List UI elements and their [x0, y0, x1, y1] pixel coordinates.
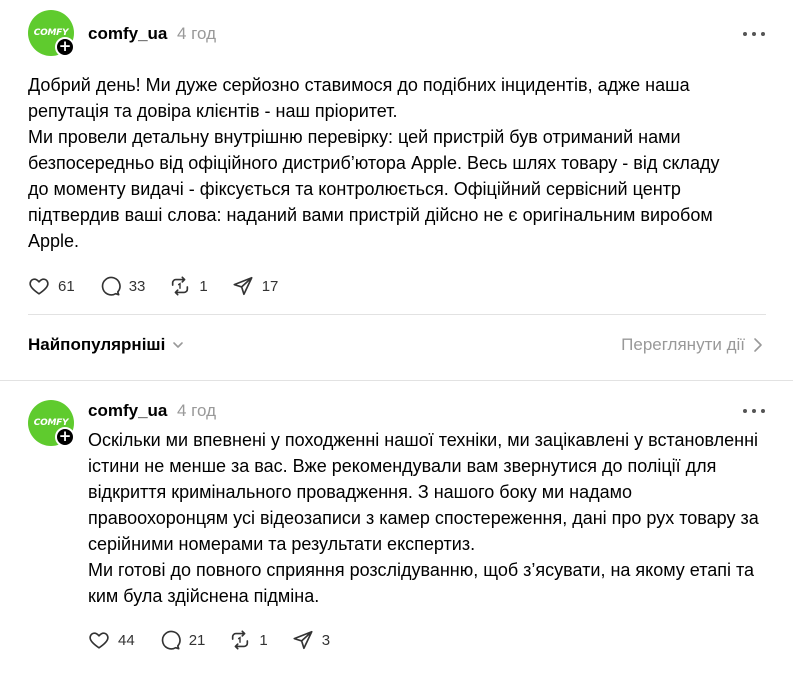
- action-bar: 61 33 1 17: [28, 275, 302, 297]
- share-button[interactable]: 17: [232, 275, 279, 297]
- share-count: 17: [261, 277, 279, 295]
- more-icon[interactable]: [743, 406, 765, 416]
- sort-label: Найпопулярніші: [28, 335, 166, 354]
- heart-icon: [29, 278, 49, 295]
- comment-icon: [161, 630, 181, 650]
- repost-icon: [232, 630, 249, 650]
- divider: [28, 314, 766, 315]
- post-text: Добрий день! Ми дуже серйозно ставимося …: [28, 72, 728, 254]
- username[interactable]: comfy_ua: [88, 401, 167, 421]
- reply-count: 33: [128, 277, 146, 295]
- timestamp[interactable]: 4 год: [177, 24, 216, 44]
- timestamp[interactable]: 4 год: [177, 401, 216, 421]
- like-button[interactable]: 44: [88, 629, 135, 651]
- chevron-down-icon: [173, 342, 184, 348]
- share-count: 3: [321, 631, 331, 649]
- repost-button[interactable]: 1: [229, 629, 268, 651]
- repost-icon: [172, 276, 189, 296]
- post-paragraph: Ми провели детальну внутрішню перевірку:…: [28, 127, 720, 251]
- post-1: COMFY + comfy_ua 4 год Добрий день! Ми д…: [0, 0, 793, 315]
- share-icon: [293, 630, 313, 650]
- follow-plus-icon[interactable]: +: [55, 427, 75, 447]
- like-button[interactable]: 61: [28, 275, 75, 297]
- reply-count: 21: [188, 631, 206, 649]
- post-paragraph: Ми готові до повного сприяння розслідува…: [88, 560, 755, 606]
- reply-button[interactable]: 21: [159, 629, 206, 651]
- post-text: Оскільки ми впевнені у походженні нашої …: [88, 427, 773, 609]
- heart-icon: [89, 632, 109, 649]
- repost-count: 1: [259, 631, 268, 649]
- post-paragraph: Оскільки ми впевнені у походженні нашої …: [88, 430, 759, 554]
- repost-button[interactable]: 1: [169, 275, 208, 297]
- share-button[interactable]: 3: [292, 629, 330, 651]
- action-bar: 44 21 1 3: [88, 629, 354, 651]
- more-icon[interactable]: [743, 29, 765, 39]
- sort-dropdown[interactable]: Найпопулярніші: [28, 335, 185, 355]
- post-paragraph: Добрий день! Ми дуже серйозно ставимося …: [28, 75, 690, 121]
- follow-plus-icon[interactable]: +: [55, 37, 75, 57]
- post-2: COMFY + comfy_ua 4 год Оскільки ми впевн…: [0, 381, 793, 674]
- reply-button[interactable]: 33: [99, 275, 146, 297]
- like-count: 44: [118, 631, 135, 649]
- chevron-right-icon: [754, 338, 762, 352]
- comment-icon: [101, 276, 121, 296]
- view-activity-link[interactable]: Переглянути дії: [621, 335, 763, 355]
- like-count: 61: [58, 277, 75, 295]
- repost-count: 1: [199, 277, 208, 295]
- view-activity-label: Переглянути дії: [621, 335, 745, 354]
- share-icon: [233, 276, 253, 296]
- username[interactable]: comfy_ua: [88, 24, 167, 44]
